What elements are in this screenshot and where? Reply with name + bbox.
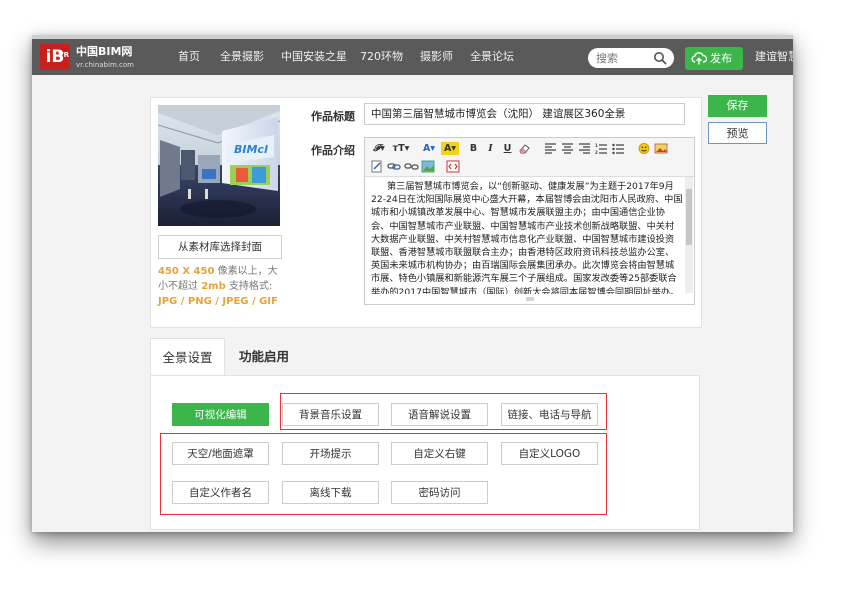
- browser-window: iB VR 中国BIM网 vr.chinabim.com 首页 全景摄影 中国安…: [32, 35, 793, 532]
- align-left-icon[interactable]: [543, 142, 558, 155]
- intro-editor: 𝓕▾ тT▾ A▾ A▾ B I U 1 2 第三届智慧城市博览会，以“创新驱动…: [364, 137, 695, 305]
- font-family-icon[interactable]: 𝓕▾: [370, 142, 388, 155]
- tab-features[interactable]: 功能启用: [234, 338, 294, 375]
- align-right-icon[interactable]: [577, 142, 592, 155]
- hint-text2: 支持格式:: [225, 281, 273, 292]
- nav-item-720-objects[interactable]: 720环物: [360, 43, 403, 71]
- title-input[interactable]: [364, 103, 685, 125]
- code-icon[interactable]: [370, 160, 385, 173]
- italic-icon[interactable]: I: [483, 142, 498, 155]
- insert-link-icon[interactable]: [387, 160, 402, 173]
- title-label: 作品标题: [311, 110, 355, 123]
- search-icon[interactable]: [653, 51, 667, 65]
- editor-scrollbar[interactable]: [685, 177, 693, 293]
- svg-text:1: 1: [595, 143, 598, 148]
- nav-item-user[interactable]: 建谊智慧: [755, 43, 793, 71]
- brand-title: 中国BIM网: [76, 45, 133, 58]
- brand-name[interactable]: 中国BIM网 vr.chinabim.com: [76, 46, 134, 71]
- nav-item-panorama-photo[interactable]: 全景摄影: [220, 43, 264, 71]
- publish-label: 发布: [710, 52, 732, 65]
- cover-photo-icon: BIMcl: [158, 105, 280, 226]
- search-input[interactable]: [596, 50, 652, 66]
- nav-item-forum[interactable]: 全景论坛: [470, 43, 514, 71]
- cover-hint: 450 X 450 像素以上，大小不超过 2mb 支持格式: JPG / PNG…: [158, 264, 286, 309]
- unordered-list-icon[interactable]: [611, 142, 626, 155]
- visual-edit-button[interactable]: 可视化编辑: [172, 403, 269, 426]
- choose-cover-button[interactable]: 从素材库选择封面: [158, 235, 282, 259]
- picture-icon[interactable]: [421, 160, 436, 173]
- unlink-icon[interactable]: [404, 160, 419, 173]
- svg-text:2: 2: [595, 150, 598, 155]
- hint-size: 450 X 450: [158, 266, 215, 277]
- brand-domain: vr.chinabim.com: [76, 61, 134, 69]
- highlight-box-rows23: [160, 433, 607, 515]
- scrollbar-thumb[interactable]: [686, 189, 692, 245]
- preview-button[interactable]: 预览: [708, 122, 767, 144]
- highlight-color-icon[interactable]: A▾: [441, 142, 459, 155]
- top-navbar: iB VR 中国BIM网 vr.chinabim.com 首页 全景摄影 中国安…: [32, 39, 793, 75]
- highlight-box-row1: [280, 393, 607, 430]
- font-size-icon[interactable]: тT▾: [392, 142, 410, 155]
- font-color-icon[interactable]: A▾: [420, 142, 438, 155]
- cover-image[interactable]: BIMcl: [158, 105, 280, 226]
- underline-icon[interactable]: U: [500, 142, 515, 155]
- emoji-icon[interactable]: [637, 142, 652, 155]
- hint-formats: JPG / PNG / JPEG / GIF: [158, 296, 278, 307]
- tab-panorama-settings[interactable]: 全景设置: [150, 338, 225, 376]
- editor-toolbar: 𝓕▾ тT▾ A▾ A▾ B I U 1 2: [365, 138, 694, 177]
- cloud-upload-icon: [691, 52, 707, 65]
- search-box: [588, 48, 674, 68]
- bold-icon[interactable]: B: [466, 142, 481, 155]
- ordered-list-icon[interactable]: 12: [594, 142, 609, 155]
- nav-item-photographer[interactable]: 摄影师: [420, 43, 453, 71]
- hint-limit: 2mb: [201, 281, 226, 292]
- intro-text-content: 第三届智慧城市博览会，以“创新驱动、健康发展”为主题于2017年9月22-24日…: [371, 181, 683, 294]
- svg-text:BIMcl: BIMcl: [234, 143, 268, 156]
- insert-image-icon[interactable]: [654, 142, 669, 155]
- intro-label: 作品介绍: [311, 144, 355, 157]
- nav-item-home[interactable]: 首页: [178, 43, 200, 71]
- save-button[interactable]: 保存: [708, 95, 767, 117]
- intro-text[interactable]: 第三届智慧城市博览会，以“创新驱动、健康发展”为主题于2017年9月22-24日…: [371, 180, 683, 294]
- eraser-icon[interactable]: [517, 142, 532, 155]
- logo-badge: VR: [58, 51, 69, 59]
- settings-area: 全景设置 功能启用 可视化编辑 背景音乐设置 语音解说设置 链接、电话与导航 天…: [150, 338, 700, 530]
- resize-handle-icon[interactable]: [525, 296, 535, 302]
- source-code-icon[interactable]: [446, 160, 461, 173]
- work-info-card: BIMcl 从素材库选择封面 450 X 450 像素以上，大小不超过 2mb …: [150, 97, 702, 328]
- align-center-icon[interactable]: [560, 142, 575, 155]
- logo[interactable]: iB VR: [40, 44, 70, 70]
- nav-item-install-star[interactable]: 中国安装之星: [281, 43, 347, 71]
- publish-button[interactable]: 发布: [685, 47, 743, 70]
